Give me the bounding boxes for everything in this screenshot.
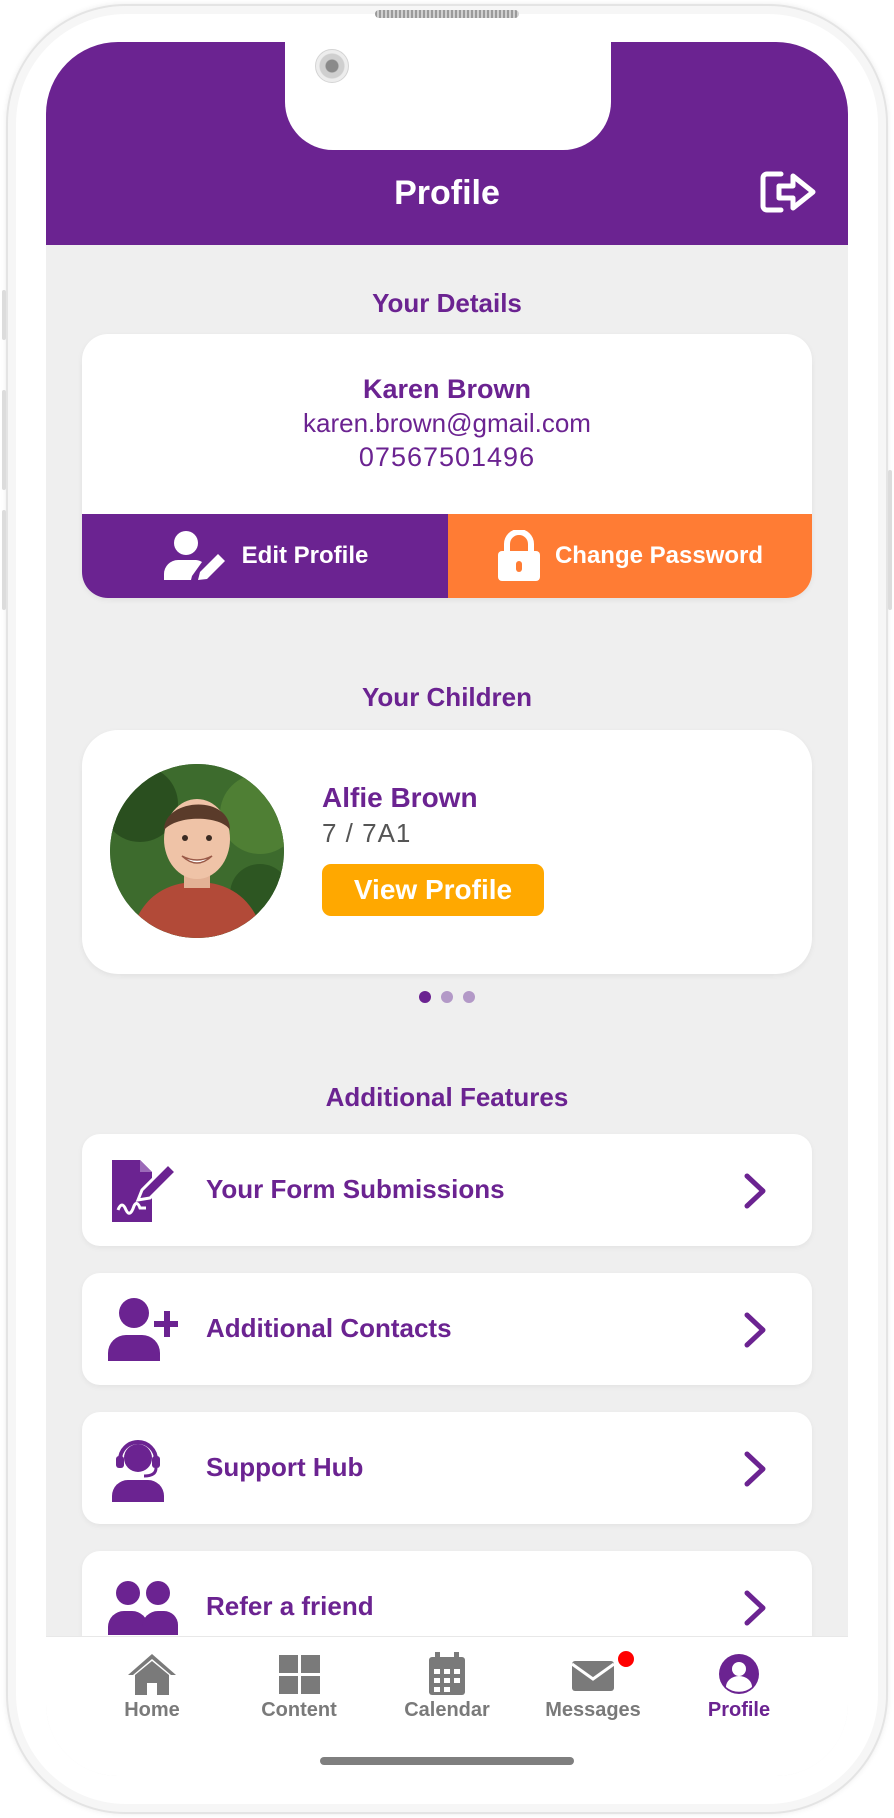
speaker-grille (375, 10, 519, 18)
view-profile-button[interactable]: View Profile (322, 864, 544, 916)
tab-label: Home (124, 1699, 180, 1721)
edit-profile-label: Edit Profile (241, 542, 369, 569)
details-card: Karen Brown karen.brown@gmail.com 075675… (82, 334, 812, 598)
child-avatar (110, 764, 284, 938)
notch (285, 42, 611, 150)
users-icon (108, 1581, 178, 1635)
feature-label: Refer a friend (206, 1591, 374, 1621)
tab-label: Content (261, 1699, 337, 1721)
form-signature-icon (112, 1160, 178, 1222)
user-name: Karen Brown (362, 374, 532, 404)
tab-profile[interactable]: Profile (666, 1637, 812, 1737)
user-email: karen.brown@gmail.com (303, 408, 591, 438)
calendar-icon (429, 1652, 465, 1695)
pager-dot[interactable] (441, 991, 453, 1003)
child-card: Alfie Brown 7 / 7A1 View Profile (82, 730, 812, 974)
chevron-right-icon (744, 1590, 766, 1626)
side-button (2, 510, 6, 610)
tab-label: Calendar (404, 1699, 490, 1721)
tab-label: Messages (545, 1699, 641, 1721)
chevron-right-icon (744, 1312, 766, 1348)
children-section-title: Your Children (362, 682, 532, 712)
user-edit-icon (163, 531, 225, 580)
child-class: 7 / 7A1 (322, 818, 412, 848)
headset-icon (112, 1440, 164, 1502)
pager-dot[interactable] (419, 991, 431, 1003)
side-button (2, 290, 6, 340)
home-indicator (320, 1757, 574, 1765)
features-section-title: Additional Features (325, 1082, 569, 1112)
details-section-title: Your Details (372, 288, 522, 318)
children-pager (46, 991, 848, 1003)
home-icon (128, 1654, 176, 1695)
side-button (888, 470, 892, 610)
edit-profile-button[interactable]: Edit Profile (82, 514, 448, 598)
lock-icon (497, 530, 540, 581)
side-button (2, 390, 6, 490)
feature-support-hub[interactable]: Support Hub (82, 1412, 812, 1524)
tab-content[interactable]: Content (226, 1637, 372, 1737)
change-password-button[interactable]: Change Password (448, 514, 812, 598)
change-password-label: Change Password (554, 542, 764, 569)
feature-form-submissions[interactable]: Your Form Submissions (82, 1134, 812, 1246)
feature-label: Support Hub (206, 1452, 364, 1482)
grid-icon (279, 1655, 320, 1694)
user-plus-icon (108, 1298, 178, 1361)
chevron-right-icon (744, 1173, 766, 1209)
page-title: Profile (394, 174, 500, 212)
pager-dot[interactable] (463, 991, 475, 1003)
tab-home[interactable]: Home (79, 1637, 225, 1737)
user-phone: 07567501496 (358, 442, 536, 472)
chevron-right-icon (744, 1451, 766, 1487)
camera-icon (315, 49, 349, 83)
feature-additional-contacts[interactable]: Additional Contacts (82, 1273, 812, 1385)
logout-icon[interactable] (759, 168, 817, 216)
unread-badge (616, 1649, 636, 1669)
tab-messages[interactable]: Messages (520, 1637, 666, 1737)
profile-icon (719, 1654, 759, 1694)
child-name: Alfie Brown (322, 782, 478, 813)
feature-label: Additional Contacts (206, 1313, 452, 1343)
tab-calendar[interactable]: Calendar (374, 1637, 520, 1737)
envelope-icon (571, 1661, 615, 1691)
bottom-tab-bar: Home Content Calendar Messages Profile (46, 1636, 848, 1776)
feature-label: Your Form Submissions (206, 1174, 505, 1204)
screen: Profile Your Details Karen Brown karen.b… (46, 42, 848, 1776)
tab-label: Profile (707, 1699, 771, 1721)
header-bar: Profile (46, 42, 848, 245)
